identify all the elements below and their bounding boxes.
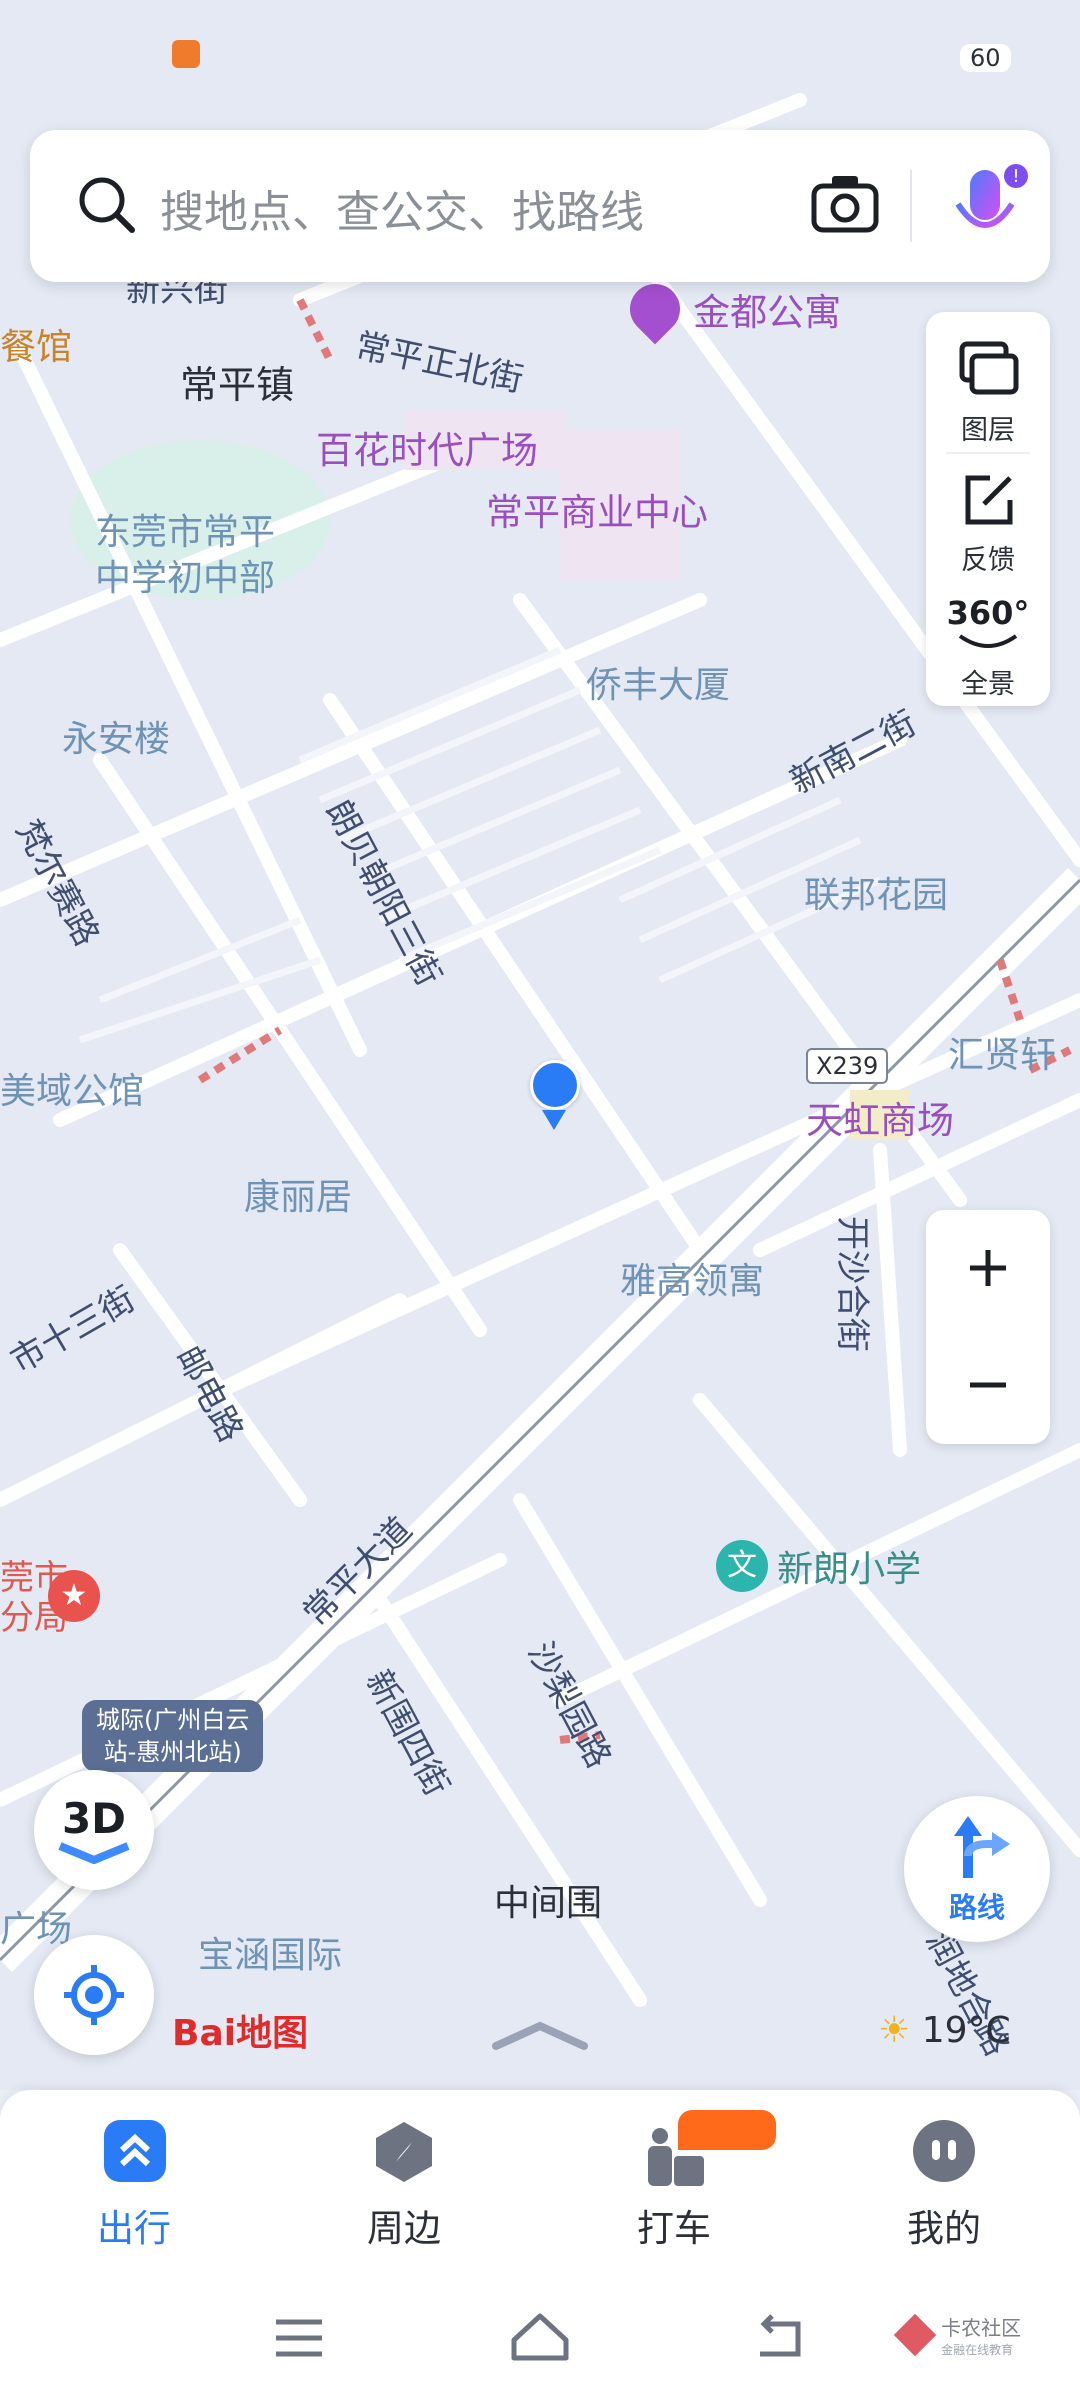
police-icon: ★ xyxy=(48,1570,100,1622)
baidu-map-logo: Bai地图 xyxy=(172,2013,309,2054)
expand-panel-chevron-icon[interactable] xyxy=(490,2020,590,2050)
weather-temperature: 19°C xyxy=(921,2010,1011,2051)
map-tools-panel: 图层 反馈 360° 全景 xyxy=(926,312,1050,706)
kaisha-street-label: 开沙合街 xyxy=(832,1216,872,1352)
compass-icon xyxy=(376,2122,432,2182)
meiyu-apartment-label[interactable]: 美域公馆 xyxy=(0,1062,144,1114)
layers-label: 图层 xyxy=(961,415,1015,446)
x239-road-shield: X239 xyxy=(806,1048,889,1084)
nav-nearby[interactable]: 周边 xyxy=(304,2120,504,2260)
locate-me-button[interactable] xyxy=(34,1935,154,2055)
route-button[interactable]: 路线 xyxy=(904,1796,1050,1942)
profile-avatar-icon xyxy=(913,2120,975,2182)
back-icon[interactable] xyxy=(752,2314,806,2360)
kangli-ju-label[interactable]: 康丽居 xyxy=(244,1168,352,1220)
search-divider xyxy=(910,170,912,242)
zoom-in-button[interactable] xyxy=(926,1210,1050,1327)
watermark-logo: 卡农社区 金融在线教育 xyxy=(893,2312,1022,2358)
feedback-label: 反馈 xyxy=(961,545,1015,576)
qiaofeng-building-label[interactable]: 侨丰大厦 xyxy=(586,656,730,708)
minus-icon xyxy=(970,1382,1006,1388)
nav-taxi-label: 打车 xyxy=(637,2207,711,2250)
current-location-marker[interactable] xyxy=(530,1060,580,1130)
feedback-edit-icon xyxy=(965,475,1013,525)
network-speed-badge: 60 xyxy=(960,44,1011,72)
zoom-out-button[interactable] xyxy=(926,1327,1050,1444)
3d-view-button[interactable]: 3D xyxy=(34,1770,154,1890)
commercial-center-label[interactable]: 常平商业中心 xyxy=(486,482,708,536)
xinlang-school-poi[interactable]: 文 新朗小学 xyxy=(716,1540,921,1592)
lianbang-garden-label[interactable]: 联邦花园 xyxy=(804,866,948,918)
3d-label: 3D xyxy=(61,1794,127,1843)
search-icon xyxy=(79,177,135,233)
baihua-plaza-label[interactable]: 百花时代广场 xyxy=(316,420,538,474)
microphone-icon[interactable]: ! xyxy=(944,160,1034,260)
baohan-international-label[interactable]: 宝涵国际 xyxy=(198,1926,342,1978)
panorama-360-icon: 360° xyxy=(946,594,1030,632)
middle-school-label[interactable]: 东莞市常平 中学初中部 xyxy=(95,510,275,602)
camera-icon[interactable] xyxy=(810,172,880,234)
jindu-apartment-label: 金都公寓 xyxy=(693,291,842,334)
yagao-lingyu-label[interactable]: 雅高领寓 xyxy=(620,1252,764,1304)
plus-icon xyxy=(970,1250,1006,1286)
watermark-subtitle: 金融在线教育 xyxy=(941,2343,1014,2357)
layers-button[interactable]: 图层 xyxy=(926,326,1050,454)
route-label: 路线 xyxy=(948,1891,1005,1924)
nav-taxi[interactable]: 打车 xyxy=(574,2110,776,2260)
notification-app-icon xyxy=(172,40,200,68)
travel-icon xyxy=(104,2120,166,2182)
search-input[interactable]: 搜地点、查公交、找路线 xyxy=(160,176,644,240)
watermark-title: 卡农社区 xyxy=(941,2316,1022,2340)
locate-crosshair-icon xyxy=(64,1965,124,2025)
tool-divider xyxy=(946,452,1030,454)
route-arrow-icon xyxy=(954,1816,1010,1878)
map-canvas[interactable]: 餐馆 新兴街 常平镇 常平正北街 金都公寓 百花时代广场 常平商业中心 东莞市常… xyxy=(0,0,1080,2090)
taxi-person-icon xyxy=(648,2128,704,2186)
3d-base-icon xyxy=(58,1842,130,1864)
weather-widget[interactable]: ☀ 19°C xyxy=(878,2010,1011,2051)
canteen-label[interactable]: 餐馆 xyxy=(0,318,72,370)
layers-icon xyxy=(959,341,1019,395)
system-navigation-bar: 卡农社区 金融在线教育 xyxy=(0,2270,1080,2400)
bottom-navigation: 出行 周边 打车 我的 xyxy=(0,2090,1080,2270)
watermark-icon xyxy=(893,2313,937,2357)
location-dot-icon xyxy=(530,1060,580,1110)
school-icon: 文 xyxy=(716,1540,768,1592)
nav-mine-label: 我的 xyxy=(907,2207,981,2250)
nav-travel[interactable]: 出行 xyxy=(34,2120,234,2260)
zoom-controls xyxy=(926,1210,1050,1444)
home-icon[interactable] xyxy=(510,2312,570,2362)
jindu-apartment-poi[interactable]: 金都公寓 xyxy=(619,273,842,345)
panorama-arc-icon xyxy=(958,634,1018,648)
xinlang-school-label: 新朗小学 xyxy=(777,1549,922,1590)
nav-mine[interactable]: 我的 xyxy=(844,2120,1044,2260)
huixian-xuan-label[interactable]: 汇贤轩 xyxy=(948,1026,1056,1078)
panorama-button[interactable]: 360° 全景 xyxy=(926,580,1050,708)
changping-town-label[interactable]: 常平镇 xyxy=(180,354,294,409)
yongan-building-label[interactable]: 永安楼 xyxy=(62,710,170,762)
feedback-button[interactable]: 反馈 xyxy=(926,456,1050,584)
panorama-label: 全景 xyxy=(961,669,1015,700)
search-bar[interactable]: 搜地点、查公交、找路线 ! xyxy=(30,130,1050,282)
intercity-rail-label[interactable]: 城际(广州白云 站-惠州北站) xyxy=(82,1700,264,1772)
nav-nearby-label: 周边 xyxy=(367,2207,441,2250)
nav-travel-label: 出行 xyxy=(97,2207,171,2250)
tianhong-mall-label[interactable]: 天虹商场 xyxy=(806,1090,954,1144)
sun-icon: ☀ xyxy=(878,2010,911,2051)
heading-arrow-icon xyxy=(542,1110,566,1130)
road-network xyxy=(0,0,1080,2090)
zhongjian-wei-label[interactable]: 中间围 xyxy=(494,1874,602,1926)
hotel-pin-icon xyxy=(619,273,691,345)
menu-icon[interactable] xyxy=(274,2318,324,2358)
svg-text:!: ! xyxy=(1012,166,1019,187)
